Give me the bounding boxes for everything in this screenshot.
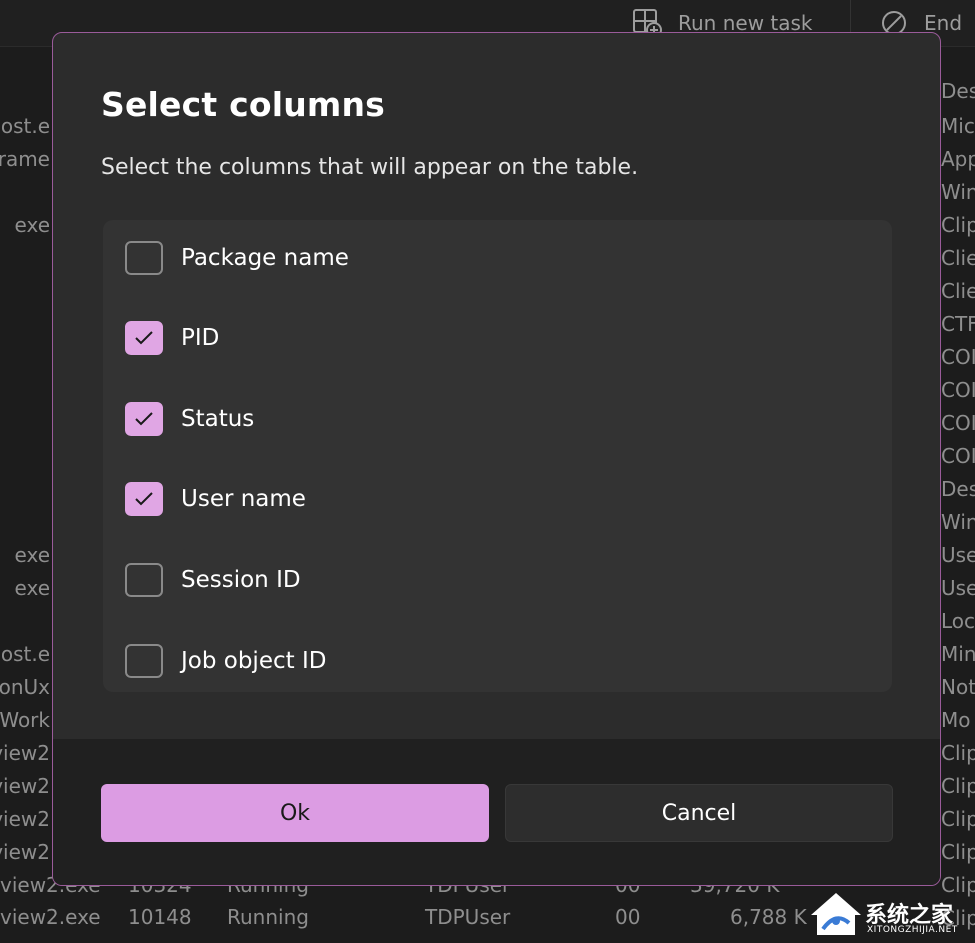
column-option-label: Session ID [181,567,301,593]
process-name-cell: Host.e [0,114,50,138]
description-cell: Not [941,675,975,699]
description-cell: Des [941,79,975,103]
status-cell: Running [227,905,309,929]
description-cell: Mo [941,708,971,732]
process-name-cell: exe [14,213,50,237]
memory-cell: 6,788 K [730,905,807,929]
description-cell: Clie [941,279,975,303]
description-cell: Clie [941,246,975,270]
column-option-label: Status [181,406,255,432]
column-list[interactable]: Package name PID Status User name Sessio… [103,220,892,692]
column-option-pid[interactable]: PID [125,318,219,358]
description-cell: Clip [941,741,975,765]
cancel-button[interactable]: Cancel [505,784,893,842]
pid-cell: 10148 [128,905,192,929]
process-name-cell: view2 [0,774,50,798]
description-cell: COI [941,444,975,468]
checkmark-icon [135,331,153,345]
checkbox[interactable] [125,402,163,436]
description-cell: Win [941,180,975,204]
process-name-cell: Work [0,708,50,732]
process-name-cell: view2.exe [0,905,101,929]
description-cell: Loc [941,609,975,633]
description-cell: Clip [941,213,975,237]
description-cell: COI [941,411,975,435]
house-logo-icon [811,893,861,935]
column-option-label: Job object ID [181,648,327,674]
column-option-job-object-id[interactable]: Job object ID [125,641,326,681]
process-name-cell: view2 [0,840,50,864]
description-cell: COI [941,378,975,402]
checkmark-icon [135,412,153,426]
description-cell: Min [941,642,975,666]
user-cell: TDPUser [425,905,511,929]
description-cell: Use [941,543,975,567]
process-name-cell: exe [14,543,50,567]
checkbox[interactable] [125,644,163,678]
checkbox[interactable] [125,321,163,355]
process-name-cell: view2 [0,741,50,765]
column-option-label: Package name [181,245,349,271]
checkbox[interactable] [125,563,163,597]
session-cell: 00 [615,905,641,929]
column-option-label: PID [181,325,220,351]
description-cell: Clip [941,807,975,831]
description-cell: Des [941,477,975,501]
description-column: Des Mic App Win Clip Clie Clie CTF COI C… [941,0,975,943]
watermark-logo: 系统之家 XITONGZHIJIA.NET [805,885,975,943]
process-name-cell: Frame [0,147,50,171]
column-option-package-name[interactable]: Package name [125,238,349,278]
dialog-subtitle: Select the columns that will appear on t… [101,155,639,180]
dialog-title: Select columns [101,85,386,124]
description-cell: COI [941,345,975,369]
checkbox[interactable] [125,482,163,516]
dialog-footer: Ok Cancel [53,739,940,885]
description-cell: Clip [941,840,975,864]
column-option-label: User name [181,486,306,512]
select-columns-dialog: Select columns Select the columns that w… [52,32,941,886]
description-cell: App [941,147,975,171]
process-name-cell: exe [14,576,50,600]
checkmark-icon [135,492,153,506]
checkbox[interactable] [125,241,163,275]
watermark-subtext: XITONGZHIJIA.NET [867,925,958,935]
description-cell: Clip [941,774,975,798]
ok-button[interactable]: Ok [101,784,489,842]
column-option-status[interactable]: Status [125,399,254,439]
process-name-cell: ionUx [0,675,50,699]
description-cell: Use [941,576,975,600]
column-option-user-name[interactable]: User name [125,479,306,519]
description-cell: CTF [941,312,975,336]
process-name-column: Host.e Frame exe exe exe Host.e ionUx Wo… [0,0,60,943]
description-cell: Mic [941,114,975,138]
process-name-cell: Host.e [0,642,50,666]
process-name-cell: view2 [0,807,50,831]
description-cell: Win [941,510,975,534]
column-option-session-id[interactable]: Session ID [125,560,301,600]
